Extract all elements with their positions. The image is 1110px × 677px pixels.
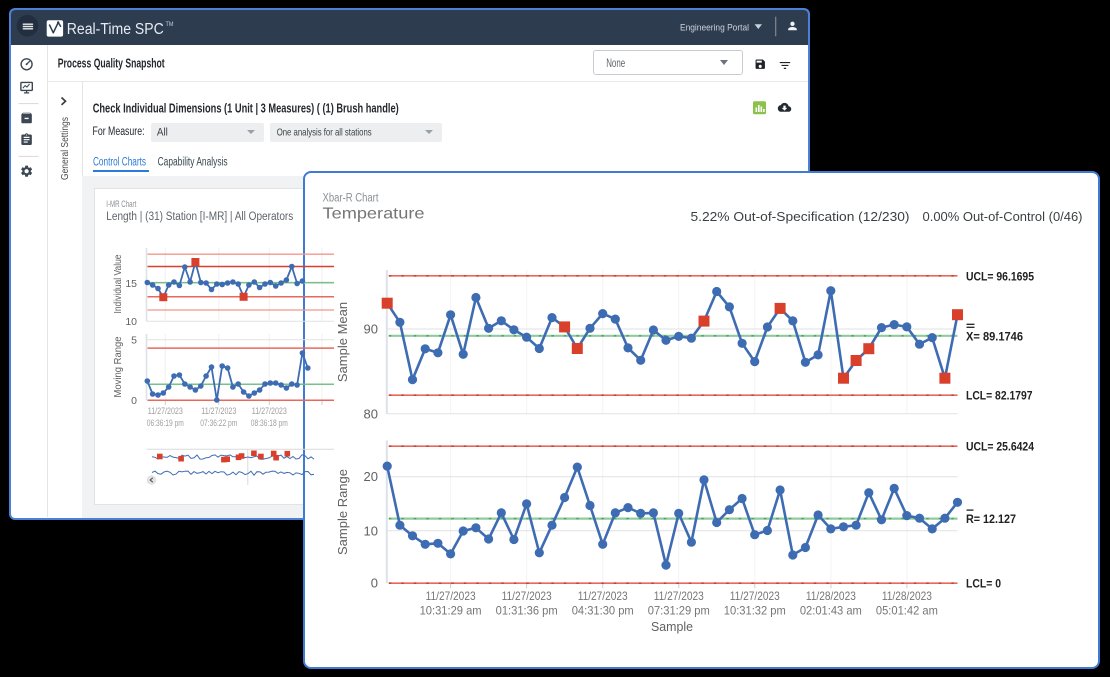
svg-text:For Measure:: For Measure:	[93, 126, 145, 138]
svg-text:08:36:18 pm: 08:36:18 pm	[251, 418, 288, 428]
svg-text:11/27/2023: 11/27/2023	[148, 406, 183, 416]
svg-text:Process Quality Snapshot: Process Quality Snapshot	[58, 56, 166, 70]
svg-text:Capability Analysis: Capability Analysis	[158, 156, 228, 168]
svg-text:Length | (31) Station [I-MR] |: Length | (31) Station [I-MR] | All Opera…	[106, 211, 293, 223]
svg-text:0.00% Out-of-Control (0/46): 0.00% Out-of-Control (0/46)	[923, 209, 1083, 224]
svg-text:10: 10	[125, 316, 137, 328]
svg-text:Individual Value: Individual Value	[113, 254, 124, 313]
svg-text:5: 5	[131, 335, 137, 347]
svg-text:Real-Time SPC: Real-Time SPC	[67, 21, 164, 38]
svg-text:LCL= 0: LCL= 0	[966, 577, 1001, 591]
svg-text:04:31:30 pm: 04:31:30 pm	[572, 604, 634, 618]
svg-text:07:31:29 pm: 07:31:29 pm	[648, 604, 710, 618]
svg-text:10:31:29 am: 10:31:29 am	[420, 604, 482, 618]
svg-text:0: 0	[371, 576, 378, 591]
svg-text:11/27/2023: 11/27/2023	[730, 589, 780, 603]
svg-text:01:31:36 pm: 01:31:36 pm	[496, 604, 558, 618]
svg-text:UCL= 96.1695: UCL= 96.1695	[966, 269, 1034, 283]
svg-text:11/27/2023: 11/27/2023	[578, 589, 628, 603]
svg-text:11/27/2023: 11/27/2023	[426, 589, 476, 603]
svg-text:None: None	[606, 58, 625, 70]
svg-text:Control Charts: Control Charts	[93, 156, 146, 168]
svg-text:One analysis for all stations: One analysis for all stations	[277, 126, 372, 138]
svg-text:10:31:32 pm: 10:31:32 pm	[724, 604, 786, 618]
svg-text:TM: TM	[166, 22, 174, 28]
svg-text:11/27/2023: 11/27/2023	[252, 406, 287, 416]
svg-text:05:01:42 am: 05:01:42 am	[876, 604, 938, 618]
svg-text:Check Individual Dimensions (1: Check Individual Dimensions (1 Unit | 3 …	[93, 101, 399, 115]
svg-text:06:36:19 pm: 06:36:19 pm	[147, 418, 184, 428]
svg-text:General Settings: General Settings	[59, 117, 71, 180]
svg-text:10: 10	[364, 523, 378, 538]
svg-text:07:36:22 pm: 07:36:22 pm	[200, 418, 237, 428]
svg-text:11/27/2023: 11/27/2023	[201, 406, 236, 416]
svg-text:Moving Range: Moving Range	[113, 336, 124, 397]
svg-text:Engineering Portal: Engineering Portal	[680, 23, 749, 34]
svg-text:All: All	[157, 126, 168, 138]
svg-text:11/27/2023: 11/27/2023	[502, 589, 552, 603]
svg-text:I-MR Chart: I-MR Chart	[106, 199, 136, 209]
svg-text:UCL= 25.6424: UCL= 25.6424	[966, 440, 1034, 454]
svg-text:15: 15	[125, 278, 137, 290]
svg-text:Sample: Sample	[651, 619, 693, 634]
svg-text:11/27/2023: 11/27/2023	[654, 589, 704, 603]
svg-text:11/28/2023: 11/28/2023	[882, 589, 932, 603]
svg-text:LCL= 82.1797: LCL= 82.1797	[966, 389, 1033, 403]
svg-text:02:01:43 am: 02:01:43 am	[800, 604, 862, 618]
svg-text:X= 89.1746: X= 89.1746	[966, 329, 1023, 343]
svg-text:R= 12.127: R= 12.127	[966, 512, 1016, 526]
svg-text:11/28/2023: 11/28/2023	[806, 589, 856, 603]
svg-text:0: 0	[131, 395, 137, 407]
